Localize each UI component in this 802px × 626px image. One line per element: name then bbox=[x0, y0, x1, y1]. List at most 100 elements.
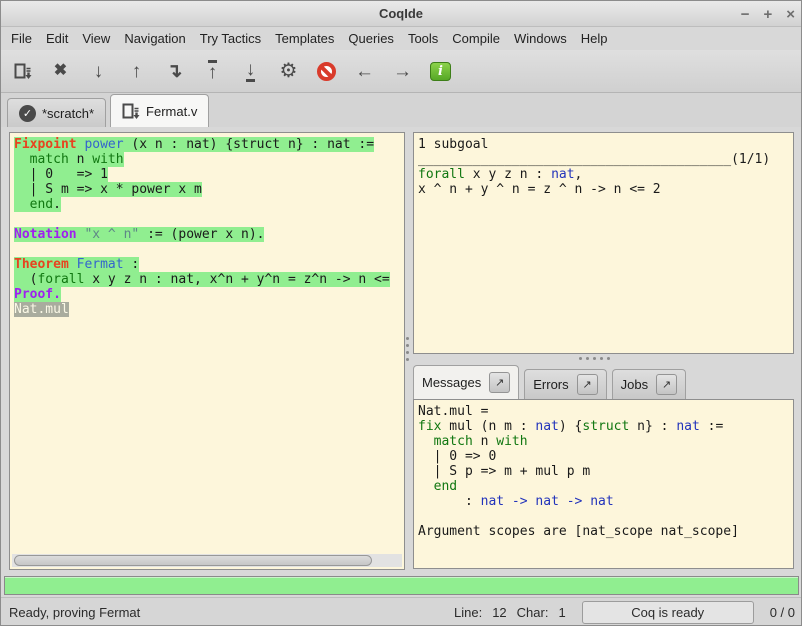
code-line: : nat -> nat -> nat bbox=[418, 494, 791, 509]
menu-item-queries[interactable]: Queries bbox=[341, 29, 401, 48]
tab-fermat-v[interactable]: Fermat.v bbox=[110, 94, 209, 127]
menu-bar: FileEditViewNavigationTry TacticsTemplat… bbox=[1, 27, 801, 50]
menu-item-file[interactable]: File bbox=[4, 29, 39, 48]
code-line: match n with bbox=[418, 434, 791, 449]
close-buffer-button[interactable]: ✖ bbox=[47, 57, 74, 85]
tab-jobs[interactable]: Jobs ↗ bbox=[612, 369, 686, 399]
preferences-button[interactable]: ⚙ bbox=[275, 57, 302, 85]
menu-item-try-tactics[interactable]: Try Tactics bbox=[193, 29, 268, 48]
char-label: Char: bbox=[517, 605, 549, 620]
coq-state-indicator: Coq is ready bbox=[582, 601, 754, 624]
tab-messages[interactable]: Messages ↗ bbox=[413, 365, 519, 399]
back-button[interactable]: ← bbox=[351, 57, 378, 85]
code-line: (forall x y z n : nat, x^n + y^n = z^n -… bbox=[14, 272, 402, 287]
code-line bbox=[14, 242, 402, 257]
code-line: | S m => x * power x m bbox=[14, 182, 402, 197]
detach-icon[interactable]: ↗ bbox=[656, 374, 677, 395]
goto-cursor-icon: ↴ bbox=[167, 62, 183, 81]
interrupt-button[interactable] bbox=[313, 57, 340, 85]
stop-icon bbox=[317, 62, 336, 81]
save-file-icon bbox=[14, 63, 32, 80]
main-content: Fixpoint power (x n : nat) {struct n} : … bbox=[1, 127, 802, 575]
goals-panel: 1 subgoal_______________________________… bbox=[413, 132, 794, 354]
code-line: Nat.mul = bbox=[418, 404, 791, 419]
arrow-down-bar-icon: ↓ bbox=[246, 60, 256, 82]
vertical-splitter[interactable] bbox=[406, 337, 409, 361]
code-line bbox=[14, 212, 402, 227]
menu-item-navigation[interactable]: Navigation bbox=[117, 29, 192, 48]
horizontal-splitter[interactable] bbox=[579, 357, 610, 360]
code-line: end bbox=[418, 479, 791, 494]
forward-button[interactable]: → bbox=[389, 57, 416, 85]
arrow-up-icon: ↑ bbox=[132, 62, 142, 81]
detach-icon[interactable]: ↗ bbox=[489, 372, 510, 393]
tab-label: Messages bbox=[422, 375, 481, 390]
line-label: Line: bbox=[454, 605, 482, 620]
arrow-left-icon: ← bbox=[355, 62, 374, 81]
code-line: Fixpoint power (x n : nat) {struct n} : … bbox=[14, 137, 402, 152]
editor-tab-bar: ✓ *scratch* Fermat.v bbox=[1, 93, 801, 127]
tab-label: Jobs bbox=[621, 377, 648, 392]
code-line: end. bbox=[14, 197, 402, 212]
code-line: Theorem Fermat : bbox=[14, 257, 402, 272]
tab-errors[interactable]: Errors ↗ bbox=[524, 369, 606, 399]
code-line: Argument scopes are [nat_scope nat_scope… bbox=[418, 524, 791, 539]
menu-item-compile[interactable]: Compile bbox=[445, 29, 507, 48]
tab-label: *scratch* bbox=[42, 106, 94, 121]
code-line: match n with bbox=[14, 152, 402, 167]
code-line: x ^ n + y ^ n = z ^ n -> n <= 2 bbox=[418, 182, 791, 197]
script-editor[interactable]: Fixpoint power (x n : nat) {struct n} : … bbox=[12, 135, 402, 553]
menu-item-windows[interactable]: Windows bbox=[507, 29, 574, 48]
processing-progress-bar bbox=[4, 576, 799, 595]
code-line: | 0 => 0 bbox=[418, 449, 791, 464]
tab-label: Errors bbox=[533, 377, 568, 392]
code-line: Proof. bbox=[14, 287, 402, 302]
save-file-icon bbox=[122, 103, 140, 120]
info-bubble-icon: i bbox=[430, 62, 451, 81]
minimize-button[interactable]: − bbox=[741, 7, 750, 22]
close-icon: ✖ bbox=[54, 63, 67, 79]
tab-label: Fermat.v bbox=[146, 104, 197, 119]
go-to-end-button[interactable]: ↓ bbox=[237, 57, 264, 85]
close-button[interactable]: × bbox=[786, 7, 795, 22]
status-right: Line: 12 Char: 1 Coq is ready 0 / 0 bbox=[454, 601, 795, 624]
scrollbar-thumb[interactable] bbox=[14, 555, 372, 566]
menu-item-templates[interactable]: Templates bbox=[268, 29, 341, 48]
gear-icon: ⚙ bbox=[280, 61, 298, 81]
about-button[interactable]: i bbox=[427, 57, 454, 85]
maximize-button[interactable]: + bbox=[763, 7, 772, 22]
check-circle-icon: ✓ bbox=[19, 105, 36, 122]
message-tab-bar: Messages ↗ Errors ↗ Jobs ↗ bbox=[413, 365, 686, 399]
menu-item-tools[interactable]: Tools bbox=[401, 29, 445, 48]
arrow-up-bar-icon: ↑ bbox=[208, 60, 218, 82]
messages-panel: Nat.mul =fix mul (n m : nat) {struct n} … bbox=[413, 399, 794, 569]
editor-pane[interactable]: Fixpoint power (x n : nat) {struct n} : … bbox=[9, 132, 405, 570]
goals-view: 1 subgoal_______________________________… bbox=[416, 135, 791, 351]
status-text: Ready, proving Fermat bbox=[9, 605, 454, 620]
char-value: 1 bbox=[558, 605, 565, 620]
go-to-cursor-button[interactable]: ↴ bbox=[161, 57, 188, 85]
code-line: Nat.mul bbox=[14, 302, 402, 317]
messages-view: Nat.mul =fix mul (n m : nat) {struct n} … bbox=[416, 402, 791, 566]
detach-icon[interactable]: ↗ bbox=[577, 374, 598, 395]
backward-one-command-button[interactable]: ↑ bbox=[123, 57, 150, 85]
menu-item-help[interactable]: Help bbox=[574, 29, 615, 48]
code-line bbox=[418, 509, 791, 524]
code-line: forall x y z n : nat, bbox=[418, 167, 791, 182]
code-line: fix mul (n m : nat) {struct n} : nat := bbox=[418, 419, 791, 434]
menu-item-edit[interactable]: Edit bbox=[39, 29, 75, 48]
tab-scratch[interactable]: ✓ *scratch* bbox=[7, 98, 106, 127]
forward-one-command-button[interactable]: ↓ bbox=[85, 57, 112, 85]
code-line: ________________________________________… bbox=[418, 152, 791, 167]
menu-item-view[interactable]: View bbox=[75, 29, 117, 48]
title-bar: CoqIde −+× bbox=[1, 1, 801, 27]
coqide-window: CoqIde −+× FileEditViewNavigationTry Tac… bbox=[0, 0, 802, 626]
save-button[interactable] bbox=[9, 57, 36, 85]
status-bar: Ready, proving Fermat Line: 12 Char: 1 C… bbox=[1, 597, 802, 626]
code-line: | 0 => 1 bbox=[14, 167, 402, 182]
line-value: 12 bbox=[492, 605, 506, 620]
window-controls: −+ × bbox=[741, 1, 795, 27]
code-line: 1 subgoal bbox=[418, 137, 791, 152]
horizontal-scrollbar[interactable] bbox=[12, 554, 402, 567]
go-to-start-button[interactable]: ↑ bbox=[199, 57, 226, 85]
